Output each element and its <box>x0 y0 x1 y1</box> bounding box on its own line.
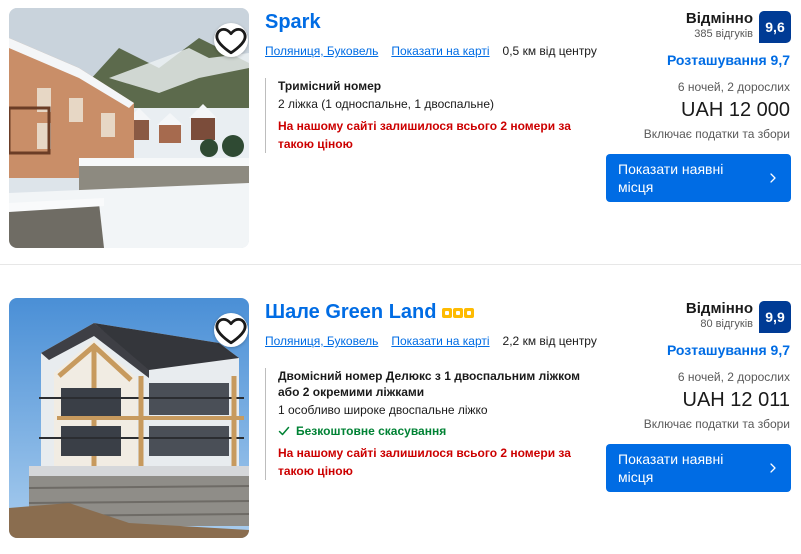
chevron-right-icon <box>770 173 776 183</box>
free-cancellation-label: Безкоштовне скасування <box>296 424 447 438</box>
review-block[interactable]: Відмінно 385 відгуків 9,6 <box>686 10 791 43</box>
favorite-button[interactable] <box>214 313 248 347</box>
location-row: Поляниця, Буковель Показати на карті 0,5… <box>265 44 597 58</box>
review-count: 385 відгуків <box>694 28 753 40</box>
show-availability-button[interactable]: Показати наявні місця <box>606 154 791 202</box>
property-title[interactable]: Шале Green Land <box>265 301 436 324</box>
stay-details: 6 ночей, 2 дорослих <box>677 80 790 94</box>
show-availability-button[interactable]: Показати наявні місця <box>606 444 791 492</box>
bed-configuration: 2 ліжка (1 односпальне, 1 двоспальне) <box>278 97 494 111</box>
show-on-map-link[interactable]: Показати на карті <box>391 334 489 348</box>
review-score-badge: 9,6 <box>759 11 791 43</box>
bed-configuration: 1 особливо широке двоспальне ліжко <box>278 403 488 417</box>
location-link[interactable]: Поляниця, Буковель <box>265 44 378 58</box>
show-on-map-link[interactable]: Показати на карті <box>391 44 489 58</box>
taxes-note: Включає податки та збори <box>643 417 790 431</box>
property-title[interactable]: Spark <box>265 11 321 34</box>
price: UAH 12 011 <box>682 389 790 411</box>
favorite-button[interactable] <box>214 23 248 57</box>
card-divider <box>0 264 801 265</box>
room-name: Двомісний номер Делюкс з 1 двоспальним л… <box>278 369 580 399</box>
review-count: 80 відгуків <box>700 318 753 330</box>
location-link[interactable]: Поляниця, Буковель <box>265 334 378 348</box>
free-cancellation: Безкоштовне скасування <box>278 423 595 439</box>
distance-from-center: 2,2 км від центру <box>502 334 597 348</box>
show-availability-label: Показати наявні місця <box>618 161 724 195</box>
property-card: Spark Поляниця, Буковель Показати на кар… <box>0 0 801 254</box>
property-photo-image <box>9 8 249 248</box>
room-info: Двомісний номер Делюкс з 1 двоспальним л… <box>265 368 595 480</box>
taxes-note: Включає податки та збори <box>643 127 790 141</box>
location-score: Розташування 9,7 <box>666 342 790 358</box>
room-name: Тримісний номер <box>278 79 382 93</box>
chevron-right-icon <box>770 463 776 473</box>
property-card: Шале Green Land Поляниця, Буковель Показ… <box>0 290 801 544</box>
star-icon <box>453 307 464 318</box>
review-label: Відмінно <box>685 300 753 317</box>
property-photo[interactable] <box>9 298 249 538</box>
scarcity-message: На нашому сайті залишилося всього 2 номе… <box>278 119 571 151</box>
review-block[interactable]: Відмінно 80 відгуків 9,9 <box>686 300 791 333</box>
heart-outline-icon <box>215 27 247 55</box>
distance-from-center: 0,5 км від центру <box>502 44 597 58</box>
show-availability-label: Показати наявні місця <box>618 451 724 485</box>
review-label: Відмінно <box>685 10 753 27</box>
property-title-row: Шале Green Land <box>265 301 475 324</box>
star-rating-icon <box>442 307 475 318</box>
review-score-badge: 9,9 <box>759 301 791 333</box>
property-title-row: Spark <box>265 11 321 34</box>
review-text: Відмінно 80 відгуків <box>686 300 753 331</box>
price: UAH 12 000 <box>681 99 790 121</box>
heart-outline-icon <box>215 317 247 345</box>
review-text: Відмінно 385 відгуків <box>686 10 753 41</box>
star-icon <box>464 307 475 318</box>
location-score: Розташування 9,7 <box>666 52 790 68</box>
scarcity-message: На нашому сайті залишилося всього 2 номе… <box>278 446 571 478</box>
checkmark-icon <box>278 426 290 436</box>
property-photo[interactable] <box>9 8 249 248</box>
stay-details: 6 ночей, 2 дорослих <box>677 370 790 384</box>
room-info: Тримісний номер 2 ліжка (1 односпальне, … <box>265 78 595 153</box>
property-photo-image <box>9 298 249 538</box>
star-icon <box>442 307 453 318</box>
location-row: Поляниця, Буковель Показати на карті 2,2… <box>265 334 597 348</box>
